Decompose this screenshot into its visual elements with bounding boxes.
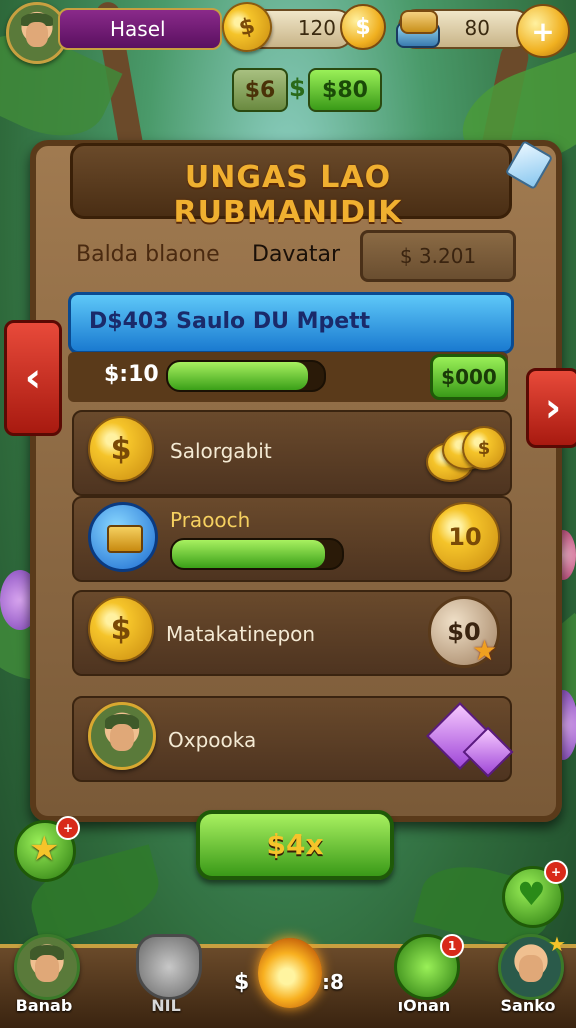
purple-crystals-icon bbox=[426, 698, 520, 782]
player-name: Hasel bbox=[110, 17, 166, 41]
balance-value: $ 3.201 bbox=[399, 244, 477, 268]
row-progress-fill bbox=[172, 540, 325, 568]
heart-icon: ♥ bbox=[517, 875, 546, 913]
star-icon: ★ bbox=[29, 829, 60, 869]
dollar-coin-icon: $ bbox=[88, 416, 154, 482]
nav-label: NIL bbox=[151, 996, 181, 1015]
add-gems-button[interactable]: + bbox=[516, 4, 570, 58]
money-badge-separator: $ bbox=[289, 74, 306, 102]
dollar-coin-icon: $ bbox=[88, 596, 154, 662]
coin-pile-icon: $ bbox=[426, 418, 506, 488]
offer-banner[interactable]: D$403 Saulo DU Mpett bbox=[68, 292, 514, 354]
row-label: Oxpooka bbox=[168, 728, 257, 752]
notification-badge: 1 bbox=[440, 934, 464, 958]
list-item[interactable]: $ Matakatinepon $0 ★ bbox=[72, 590, 512, 676]
gem-stack-icon bbox=[392, 4, 440, 50]
treasure-chest-icon bbox=[88, 502, 158, 572]
offer-banner-text: D$403 Saulo DU Mpett bbox=[89, 309, 371, 334]
notification-badge: + bbox=[544, 860, 568, 884]
nav-item-profile[interactable]: Banab bbox=[8, 930, 80, 1020]
nav-item-character[interactable]: ★ Sanko bbox=[492, 930, 566, 1020]
star-icon: ★ bbox=[472, 634, 498, 667]
nav-item-shop[interactable]: 1 ıOnan bbox=[388, 930, 464, 1020]
nav-item-home[interactable]: $ :8 bbox=[228, 930, 348, 1020]
panel-title: UNGAS LAO RUBMANIDIK bbox=[173, 160, 403, 230]
gem-count: 80 bbox=[464, 16, 490, 40]
star-icon: ★ bbox=[548, 932, 566, 956]
next-button[interactable]: › bbox=[526, 368, 576, 448]
player-name-bar: Hasel bbox=[58, 8, 222, 50]
nav-label-left: $ bbox=[234, 970, 250, 995]
progress-label: $:10 bbox=[104, 362, 159, 387]
row-label: Salorgabit bbox=[170, 439, 272, 463]
list-item[interactable]: $ Salorgabit $ bbox=[72, 410, 512, 496]
money-badge-left: $6 bbox=[232, 68, 288, 112]
nav-label: Sanko bbox=[500, 996, 556, 1015]
money-badge-right: $80 bbox=[308, 68, 382, 112]
face-icon bbox=[25, 21, 49, 47]
balance-label-secondary: Davatar bbox=[252, 242, 341, 267]
row-label: Praooch bbox=[170, 508, 251, 532]
shield-icon bbox=[136, 934, 202, 1000]
balance-value-box: $ 3.201 bbox=[360, 230, 516, 282]
row-label: Matakatinepon bbox=[166, 622, 316, 646]
nav-label: ıOnan bbox=[397, 996, 451, 1015]
face-icon bbox=[109, 723, 135, 752]
nav-label-right: :8 bbox=[322, 970, 344, 994]
notification-badge: + bbox=[56, 816, 80, 840]
add-coins-button[interactable]: $ bbox=[340, 4, 386, 50]
progress-bar bbox=[166, 360, 326, 392]
previous-button[interactable]: ‹ bbox=[4, 320, 62, 436]
row-progress-bar bbox=[170, 538, 344, 570]
nav-label: Banab bbox=[15, 996, 73, 1015]
balance-label: Balda blaone bbox=[76, 242, 220, 267]
progress-bar-fill bbox=[168, 362, 309, 390]
soldier-avatar-icon bbox=[14, 934, 80, 1000]
main-action-label: $4x bbox=[266, 828, 324, 861]
coin-count: 120 bbox=[297, 16, 336, 40]
list-item[interactable]: Praooch 10 bbox=[72, 496, 512, 582]
reward-coin: 10 bbox=[430, 502, 500, 572]
fire-orb-icon bbox=[258, 938, 322, 1008]
claim-button[interactable]: $000 bbox=[430, 354, 508, 400]
main-action-button[interactable]: $4x bbox=[196, 810, 394, 880]
list-item[interactable]: Oxpooka bbox=[72, 696, 514, 782]
character-portrait bbox=[88, 702, 156, 770]
nav-item-shield[interactable]: NIL bbox=[130, 930, 202, 1020]
